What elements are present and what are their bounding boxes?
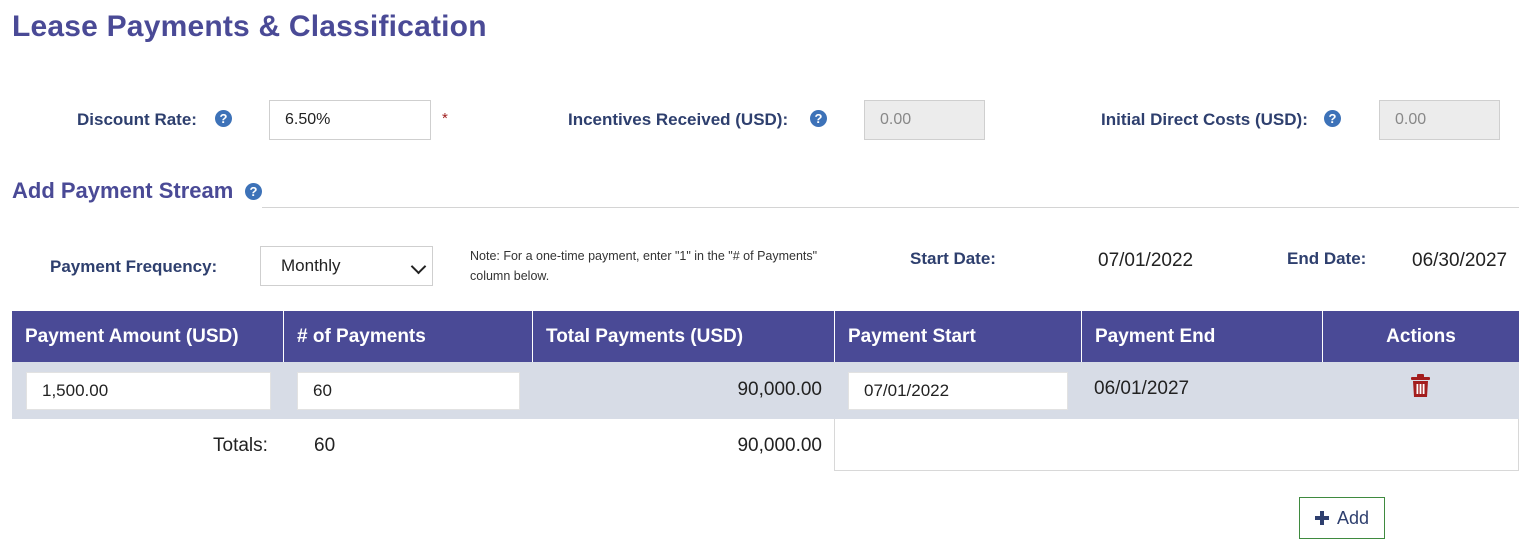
totals-total-payments: 90,000.00 xyxy=(737,435,822,456)
incentives-help-icon[interactable]: ? xyxy=(810,110,827,127)
header-payment-end: Payment End xyxy=(1082,311,1323,362)
end-date-label: End Date: xyxy=(1287,249,1367,268)
header-payment-amount: Payment Amount (USD) xyxy=(12,311,284,362)
required-indicator: * xyxy=(442,110,448,127)
header-total-payments: Total Payments (USD) xyxy=(533,311,835,362)
payment-frequency-select[interactable]: Monthly xyxy=(260,246,433,286)
number-of-payments-input[interactable]: 60 xyxy=(297,372,520,410)
add-payment-stream-button[interactable]: Add xyxy=(1299,497,1385,539)
header-actions: Actions xyxy=(1386,326,1456,347)
end-date-value: 06/30/2027 xyxy=(1412,250,1508,271)
payment-frequency-value: Monthly xyxy=(281,256,341,275)
row-payment-end: 06/01/2027 xyxy=(1094,378,1190,399)
initial-direct-costs-help-icon[interactable]: ? xyxy=(1324,110,1341,127)
section-divider xyxy=(262,207,1519,208)
payment-stream-help-icon[interactable]: ? xyxy=(245,183,262,200)
discount-rate-help-icon[interactable]: ? xyxy=(215,110,232,127)
note-line-2: column below. xyxy=(470,269,550,283)
row-total-payments: 90,000.00 xyxy=(737,379,822,400)
header-payment-start: Payment Start xyxy=(835,311,1082,362)
add-button-label: Add xyxy=(1336,508,1370,528)
discount-rate-input[interactable]: 6.50% xyxy=(269,100,431,140)
payment-start-input[interactable]: 07/01/2022 xyxy=(848,372,1068,410)
totals-label: Totals: xyxy=(213,435,268,456)
add-payment-stream-title: Add Payment Stream xyxy=(12,178,234,203)
chevron-down-icon xyxy=(410,258,427,275)
trash-icon[interactable] xyxy=(1410,374,1431,398)
initial-direct-costs-input: 0.00 xyxy=(1379,100,1500,140)
note-line-1: Note: For a one-time payment, enter "1" … xyxy=(470,249,818,263)
plus-icon xyxy=(1314,511,1329,525)
payment-frequency-label: Payment Frequency: xyxy=(50,257,218,276)
start-date-label: Start Date: xyxy=(910,249,996,268)
header-number-of-payments: # of Payments xyxy=(284,311,533,362)
incentives-received-input: 0.00 xyxy=(864,100,985,140)
discount-rate-label: Discount Rate: xyxy=(77,110,197,129)
payment-amount-input[interactable]: 1,500.00 xyxy=(26,372,271,410)
start-date-value: 07/01/2022 xyxy=(1098,250,1194,271)
totals-empty-area xyxy=(834,419,1519,471)
incentives-received-label: Incentives Received (USD): xyxy=(568,110,789,129)
page-title: Lease Payments & Classification xyxy=(12,10,487,43)
initial-direct-costs-label: Initial Direct Costs (USD): xyxy=(1101,110,1308,129)
one-time-payment-note: Note: For a one-time payment, enter "1" … xyxy=(470,246,817,286)
totals-count: 60 xyxy=(314,435,336,456)
